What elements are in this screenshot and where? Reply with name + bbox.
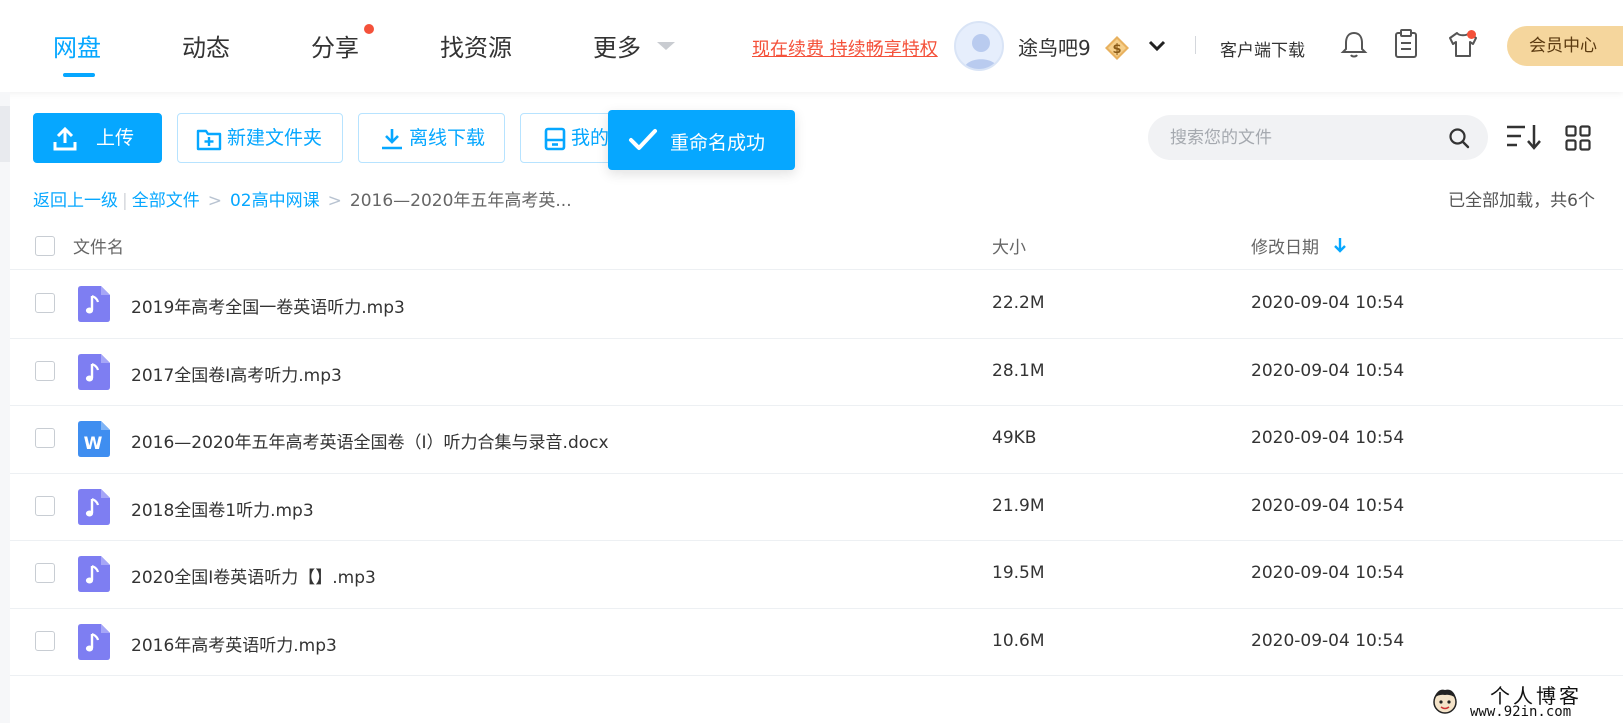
column-header-date[interactable]: 修改日期 (1251, 233, 1319, 258)
file-name[interactable]: 2017全国卷I高考听力.mp3 (131, 361, 342, 386)
word-doc-icon: W (78, 421, 110, 457)
tab-find-resources[interactable]: 找资源 (440, 28, 512, 63)
cartoon-face-logo-icon (1433, 689, 1457, 714)
breadcrumb-back[interactable]: 返回上一级 (33, 191, 118, 211)
breadcrumb: 返回上一级 | 全部文件 >02高中网课 >2016—2020年五年高考英... (33, 186, 572, 211)
file-name[interactable]: 2020全国Ⅰ卷英语听力【】.mp3 (131, 563, 376, 588)
tab-more[interactable]: 更多 (593, 28, 641, 63)
vip-badge-symbol: $ (1112, 42, 1121, 57)
file-date: 2020-09-04 10:54 (1251, 630, 1405, 651)
chevron-down-icon[interactable] (1146, 36, 1168, 56)
column-header-name[interactable]: 文件名 (73, 233, 124, 258)
table-row[interactable]: 2020全国Ⅰ卷英语听力【】.mp3 19.5M 2020-09-04 10:5… (10, 541, 1623, 609)
row-checkbox[interactable] (35, 360, 55, 381)
tab-activity[interactable]: 动态 (182, 28, 230, 63)
file-date: 2020-09-04 10:54 (1251, 360, 1405, 381)
load-status: 已全部加载，共6个 (1448, 191, 1595, 211)
audio-icon (78, 286, 110, 322)
tab-share[interactable]: 分享 (311, 28, 359, 63)
file-date: 2020-09-04 10:54 (1251, 563, 1405, 583)
rename-success-toast: 重命名成功 (608, 110, 795, 170)
breadcrumb-folder[interactable]: 02高中网课 (230, 191, 320, 211)
row-checkbox[interactable] (35, 293, 55, 313)
row-checkbox[interactable] (35, 428, 55, 448)
breadcrumb-current: 2016—2020年五年高考英... (349, 191, 572, 211)
top-nav: 网盘 动态 分享 找资源 更多 现在续费 持续畅享特权 途鸟吧9 $ 客户端下载… (0, 0, 1623, 92)
device-icon (544, 127, 566, 151)
upload-label: 上传 (96, 127, 135, 149)
breadcrumb-separator: > (207, 191, 222, 211)
file-name[interactable]: 2016年高考英语听力.mp3 (131, 631, 337, 656)
audio-icon (78, 623, 110, 660)
row-checkbox[interactable] (35, 630, 55, 651)
skin-notification-dot (1467, 30, 1476, 39)
user-avatar-icon (964, 34, 998, 69)
file-size: 21.9M (992, 495, 1045, 516)
tab-netdisk[interactable]: 网盘 (53, 28, 101, 63)
grid-view-icon[interactable] (1565, 125, 1591, 151)
new-folder-button[interactable]: 新建文件夹 (177, 113, 343, 163)
file-size: 10.6M (992, 630, 1045, 651)
sort-icon[interactable] (1505, 123, 1543, 151)
more-dropdown-caret-icon[interactable] (657, 42, 675, 50)
my-device-label: 我的 (571, 127, 610, 149)
table-row[interactable]: 2017全国卷I高考听力.mp3 28.1M 2020-09-04 10:54 (10, 339, 1623, 406)
row-checkbox[interactable] (35, 563, 55, 583)
file-list: 2019年高考全国一卷英语听力.mp3 22.2M 2020-09-04 10:… (10, 271, 1623, 676)
toast-message: 重命名成功 (670, 132, 766, 154)
watermark: 个人博客 www.92in.com (1430, 680, 1623, 723)
add-folder-icon (196, 129, 222, 151)
clipboard-icon[interactable] (1391, 28, 1421, 60)
upload-icon (53, 126, 77, 151)
row-checkbox[interactable] (35, 495, 55, 516)
search-input[interactable] (1170, 115, 1440, 160)
share-notification-dot (364, 24, 374, 34)
vip-badge-icon: $ (1105, 36, 1129, 60)
download-icon (382, 129, 402, 150)
file-size: 49KB (992, 428, 1037, 448)
file-name[interactable]: 2019年高考全国一卷英语听力.mp3 (131, 293, 405, 318)
sidebar-edge-highlight (0, 106, 10, 162)
breadcrumb-separator: > (327, 191, 342, 211)
audio-icon (78, 353, 110, 390)
sort-descending-arrow-icon[interactable] (1333, 235, 1347, 255)
search-icon[interactable] (1448, 127, 1470, 149)
renew-vip-link[interactable]: 现在续费 持续畅享特权 (752, 35, 938, 61)
client-download-link[interactable]: 客户端下载 (1220, 36, 1305, 61)
check-icon (629, 129, 657, 150)
file-size: 22.2M (992, 293, 1045, 313)
select-all-checkbox[interactable] (35, 236, 55, 256)
file-size: 28.1M (992, 360, 1045, 381)
file-size: 19.5M (992, 563, 1045, 583)
column-header-size[interactable]: 大小 (992, 233, 1026, 258)
table-header: 文件名 大小 修改日期 (10, 222, 1623, 270)
vip-center-button[interactable]: 会员中心 (1507, 26, 1623, 66)
file-date: 2020-09-04 10:54 (1251, 293, 1405, 313)
table-row[interactable]: 2018全国卷1听力.mp3 21.9M 2020-09-04 10:54 (10, 474, 1623, 541)
avatar[interactable] (954, 21, 1004, 71)
divider (1195, 36, 1196, 54)
audio-icon (78, 556, 110, 592)
file-date: 2020-09-04 10:54 (1251, 428, 1405, 448)
username[interactable]: 途鸟吧9 (1018, 32, 1091, 61)
offline-download-button[interactable]: 离线下载 (358, 113, 505, 163)
audio-icon (78, 488, 110, 525)
breadcrumb-divider: | (122, 191, 128, 211)
search-box (1148, 115, 1488, 160)
sidebar-edge (0, 92, 10, 723)
watermark-url: www.92in.com (1470, 704, 1572, 720)
bell-icon[interactable] (1339, 28, 1369, 60)
table-row[interactable]: 2016年高考英语听力.mp3 10.6M 2020-09-04 10:54 (10, 609, 1623, 676)
file-name[interactable]: 2018全国卷1听力.mp3 (131, 496, 314, 521)
table-row[interactable]: W 2016—2020年五年高考英语全国卷（I）听力合集与录音.docx 49K… (10, 406, 1623, 474)
breadcrumb-all-files[interactable]: 全部文件 (132, 191, 200, 211)
file-date: 2020-09-04 10:54 (1251, 495, 1405, 516)
new-folder-label: 新建文件夹 (227, 127, 323, 149)
offline-download-label: 离线下载 (409, 127, 486, 149)
table-row[interactable]: 2019年高考全国一卷英语听力.mp3 22.2M 2020-09-04 10:… (10, 271, 1623, 339)
word-doc-letter: W (84, 434, 103, 454)
active-tab-underline (63, 73, 95, 77)
upload-button[interactable]: 上传 (33, 113, 162, 163)
file-name[interactable]: 2016—2020年五年高考英语全国卷（I）听力合集与录音.docx (131, 428, 609, 453)
